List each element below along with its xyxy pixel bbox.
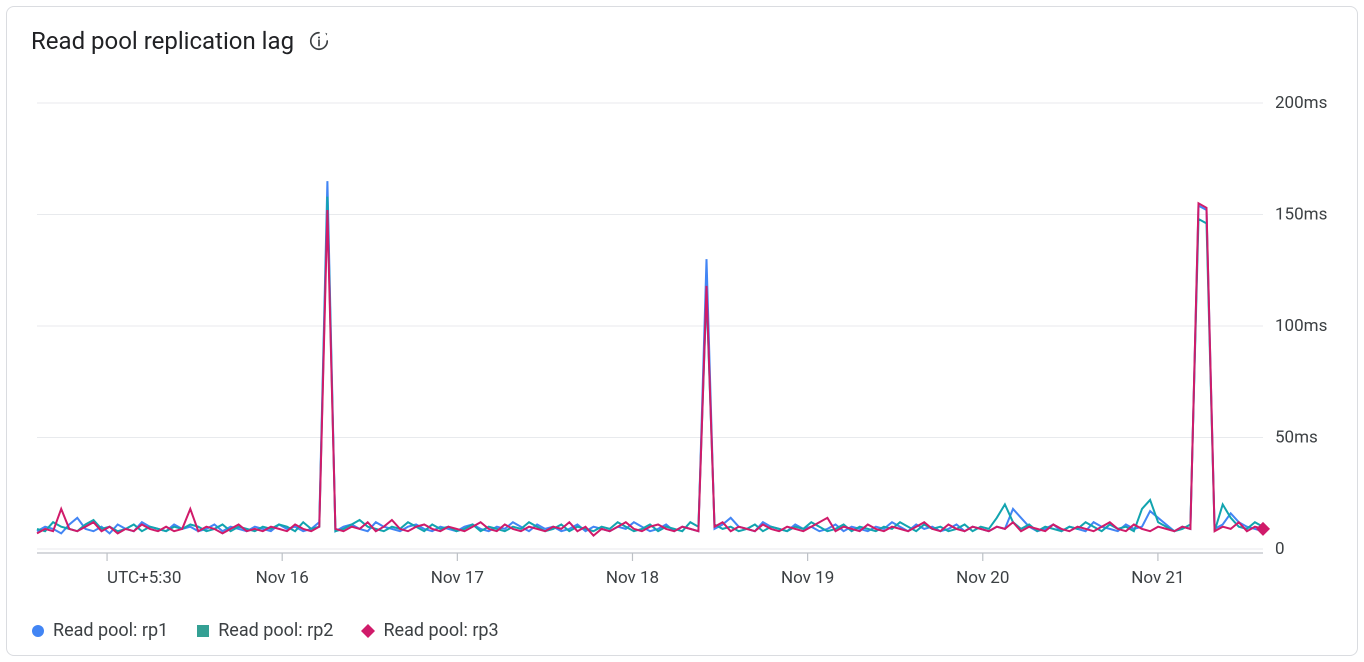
plot-area: 0 50ms 100ms 150ms 200ms UTC+5:30 Nov 16 Nov 17… (31, 77, 1333, 593)
svg-text:Nov 18: Nov 18 (606, 568, 659, 588)
svg-text:50ms: 50ms (1275, 428, 1318, 448)
svg-text:Nov 21: Nov 21 (1131, 568, 1184, 588)
legend-item-rp1[interactable]: Read pool: rp1 (31, 620, 168, 641)
legend-label: Read pool: rp1 (53, 620, 168, 641)
legend-label: Read pool: rp3 (383, 620, 498, 641)
circle-marker-icon (31, 624, 45, 638)
svg-text:100ms: 100ms (1275, 316, 1327, 336)
legend-item-rp2[interactable]: Read pool: rp2 (196, 620, 333, 641)
svg-text:Nov 20: Nov 20 (956, 568, 1009, 588)
svg-text:Nov 17: Nov 17 (431, 568, 484, 588)
svg-text:Nov 16: Nov 16 (256, 568, 309, 588)
square-marker-icon (196, 624, 210, 638)
legend-label: Read pool: rp2 (218, 620, 333, 641)
legend: Read pool: rp1 Read pool: rp2 Read pool:… (31, 620, 499, 641)
svg-text:UTC+5:30: UTC+5:30 (107, 568, 181, 588)
chart-svg[interactable]: 0 50ms 100ms 150ms 200ms UTC+5:30 Nov 16 Nov 17… (31, 77, 1335, 595)
svg-text:150ms: 150ms (1275, 205, 1327, 225)
svg-text:0: 0 (1275, 539, 1285, 559)
chart-header: Read pool replication lag (7, 7, 1357, 63)
svg-text:200ms: 200ms (1275, 93, 1327, 113)
chart-title: Read pool replication lag (31, 27, 294, 55)
info-refresh-icon[interactable] (308, 30, 330, 52)
svg-text:Nov 19: Nov 19 (781, 568, 834, 588)
diamond-marker-icon (361, 624, 375, 638)
chart-card: Read pool replication lag 0 50ms 100ms 150m… (6, 6, 1358, 656)
legend-item-rp3[interactable]: Read pool: rp3 (361, 620, 498, 641)
